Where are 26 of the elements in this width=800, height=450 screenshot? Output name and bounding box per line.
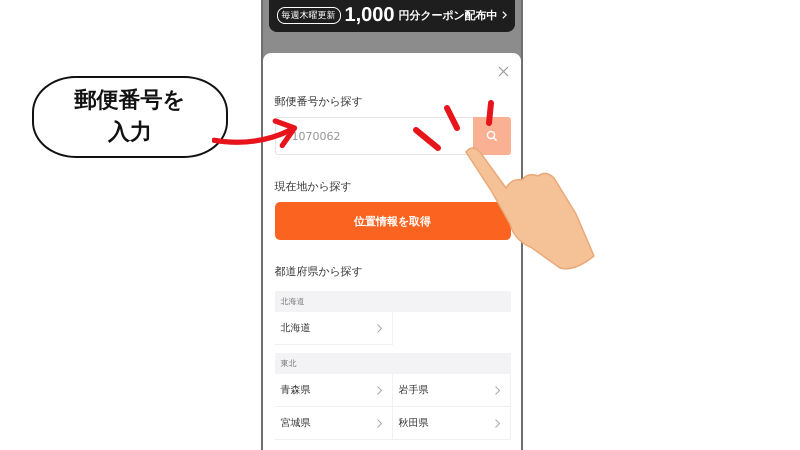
chevron-right-icon bbox=[494, 418, 500, 428]
banner-text: 円分クーポン配布中 bbox=[398, 8, 498, 22]
section-label: 現在地から探す bbox=[274, 179, 352, 194]
callout-text: 郵便番号を入力 bbox=[73, 87, 186, 147]
region-header: 北海道 bbox=[274, 291, 510, 312]
section-label: 都道府県から探す bbox=[274, 264, 364, 279]
prefecture-item[interactable]: 秋田県 bbox=[392, 407, 510, 440]
prefecture-item[interactable]: 北海道 bbox=[274, 312, 392, 345]
chevron-right-icon bbox=[376, 418, 382, 428]
banner-amount: 1,000 bbox=[344, 4, 395, 26]
chevron-right-icon bbox=[376, 324, 382, 332]
banner-badge: 毎週木曜更新 bbox=[276, 6, 340, 24]
coupon-banner[interactable]: 毎週木曜更新 1,000 円分クーポン配布中 bbox=[268, 0, 514, 32]
tap-mark-icon bbox=[485, 100, 495, 126]
prefecture-item[interactable]: 岩手県 bbox=[392, 374, 510, 407]
chevron-right-icon bbox=[494, 386, 500, 394]
region-header: 東北 bbox=[274, 353, 510, 374]
chevron-right-icon bbox=[376, 386, 382, 394]
chevron-right-icon bbox=[502, 10, 506, 20]
section-label: 郵便番号から探す bbox=[274, 94, 364, 109]
prefecture-item[interactable]: 青森県 bbox=[274, 374, 392, 407]
search-icon bbox=[486, 130, 498, 142]
search-button[interactable] bbox=[472, 117, 510, 155]
postal-code-field[interactable]: 1070062 bbox=[274, 117, 472, 155]
prefecture-item[interactable]: 宮城県 bbox=[274, 407, 392, 440]
close-icon[interactable] bbox=[498, 66, 508, 77]
